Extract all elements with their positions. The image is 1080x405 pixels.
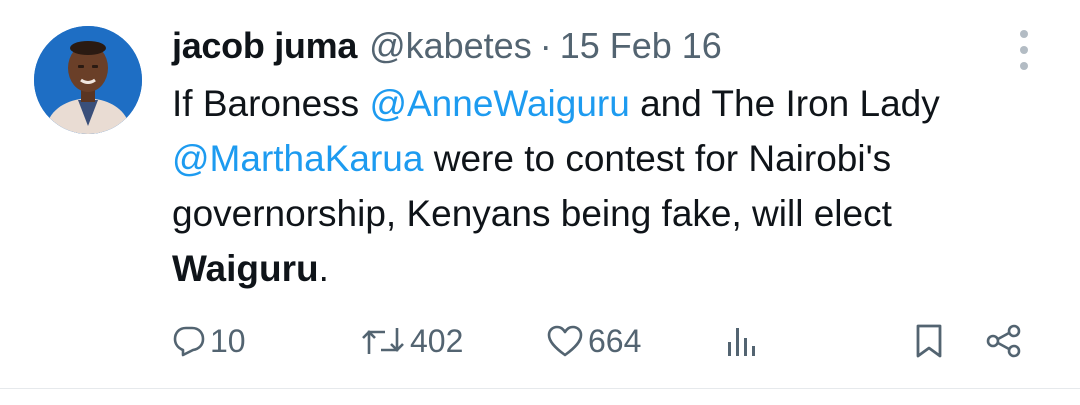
like-button[interactable]: 664 — [546, 316, 641, 366]
mention-link[interactable]: @MarthaKarua — [172, 138, 423, 179]
avatar-photo — [34, 26, 142, 134]
share-icon — [986, 324, 1021, 358]
reply-icon — [173, 326, 205, 357]
like-count: 664 — [588, 322, 642, 359]
more-vertical-icon-dot — [1020, 62, 1028, 70]
retweet-count: 402 — [410, 322, 464, 359]
more-vertical-icon-dot — [1020, 46, 1028, 54]
more-vertical-icon — [1020, 30, 1028, 38]
author-handle[interactable]: @kabetes — [369, 25, 532, 67]
tweet-date[interactable]: 15 Feb 16 — [560, 25, 722, 67]
mention-link[interactable]: @AnneWaiguru — [369, 83, 629, 124]
share-button[interactable] — [984, 316, 1024, 366]
heart-icon — [547, 325, 583, 357]
analytics-icon — [728, 328, 755, 356]
author-name[interactable]: jacob juma — [172, 25, 357, 67]
tweet-text-part: If Baroness — [172, 83, 370, 124]
retweet-button[interactable]: 402 — [360, 316, 463, 366]
tweet-card[interactable]: jacob juma @kabetes · 15 Feb 16 If Baron… — [0, 0, 1080, 389]
retweet-icon — [362, 328, 404, 354]
tweet-text-part: . — [318, 248, 329, 289]
bookmark-icon — [916, 324, 942, 358]
header-separator: · — [539, 25, 552, 66]
tweet-text: If Baroness @AnneWaiguru and The Iron La… — [172, 76, 1042, 296]
views-button[interactable] — [724, 316, 758, 366]
reply-button[interactable]: 10 — [172, 316, 246, 366]
tweet-text-bold: Waiguru — [172, 248, 319, 289]
avatar[interactable] — [34, 26, 142, 134]
tweet-text-part: and The Iron Lady — [629, 83, 940, 124]
tweet-actions: 10 402 664 — [172, 316, 1032, 366]
more-options-button[interactable] — [1012, 30, 1036, 70]
reply-count: 10 — [210, 322, 246, 359]
bookmark-button[interactable] — [914, 316, 944, 366]
tweet-header: jacob juma @kabetes · 15 Feb 16 — [172, 20, 722, 72]
